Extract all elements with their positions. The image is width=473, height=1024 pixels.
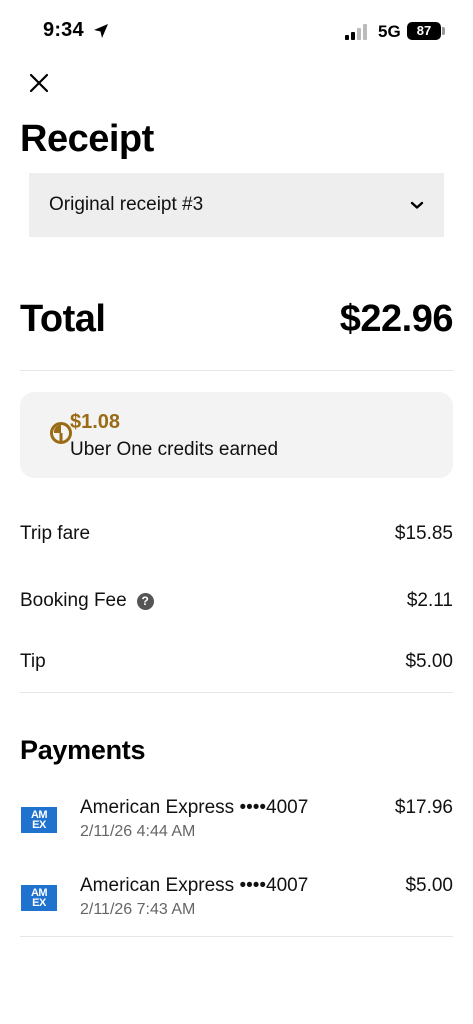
credits-text: Uber One credits earned: [70, 439, 279, 460]
card-logo-line: EX: [32, 897, 46, 909]
fare-value: $5.00: [405, 651, 453, 672]
help-question-icon[interactable]: ?: [136, 592, 154, 610]
amex-card-icon: AM EX: [21, 807, 57, 833]
payment-date: 2/11/26 4:44 AM: [80, 823, 196, 840]
page-title: Receipt: [20, 118, 154, 160]
divider: [20, 370, 453, 371]
fare-value: $2.11: [406, 590, 453, 611]
close-icon: [29, 73, 49, 93]
battery-level: 87: [416, 23, 432, 38]
status-bar: 9:34 5G 87: [0, 0, 473, 60]
close-button[interactable]: [20, 64, 58, 102]
fare-label: Tip: [20, 651, 46, 672]
battery-cap: [442, 27, 445, 35]
receipt-version-dropdown[interactable]: Original receipt #3: [29, 173, 444, 237]
payment-amount: $17.96: [394, 797, 453, 818]
chevron-down-icon: [410, 201, 424, 209]
amex-card-icon: AM EX: [21, 885, 57, 911]
payment-row: AM EX American Express ••••4007 2/11/26 …: [20, 875, 453, 925]
fare-line-trip-fare: Trip fare $15.85: [20, 523, 453, 545]
status-time: 9:34: [43, 19, 84, 41]
payments-heading: Payments: [20, 735, 146, 765]
fare-line-tip: Tip $5.00: [20, 651, 453, 673]
network-type: 5G: [378, 22, 401, 41]
cellular-signal-icon: [345, 24, 367, 40]
card-logo-line: EX: [32, 819, 46, 831]
location-arrow-icon: [94, 24, 108, 38]
total-row: Total $22.96: [20, 292, 454, 346]
battery-icon: 87: [407, 22, 441, 40]
payment-row: AM EX American Express ••••4007 2/11/26 …: [20, 797, 453, 847]
payment-amount: $5.00: [405, 875, 453, 896]
total-value: $22.96: [339, 297, 454, 340]
uber-one-credits-card: [20, 392, 453, 478]
fare-label: Trip fare: [20, 523, 91, 544]
fare-line-booking-fee: Booking Fee ? $2.11: [20, 590, 453, 612]
payment-method-name: American Express ••••4007: [80, 875, 309, 896]
payment-method-name: American Express ••••4007: [80, 797, 309, 818]
fare-label-wrap: Booking Fee ?: [20, 590, 154, 612]
receipt-version-selected: Original receipt #3: [49, 194, 204, 215]
fare-label: Booking Fee: [20, 590, 127, 611]
total-label: Total: [20, 297, 106, 340]
divider: [20, 936, 453, 937]
credits-amount: $1.08: [70, 411, 121, 433]
payment-date: 2/11/26 7:43 AM: [80, 901, 196, 918]
fare-value: $15.85: [394, 523, 453, 544]
divider: [20, 692, 453, 693]
